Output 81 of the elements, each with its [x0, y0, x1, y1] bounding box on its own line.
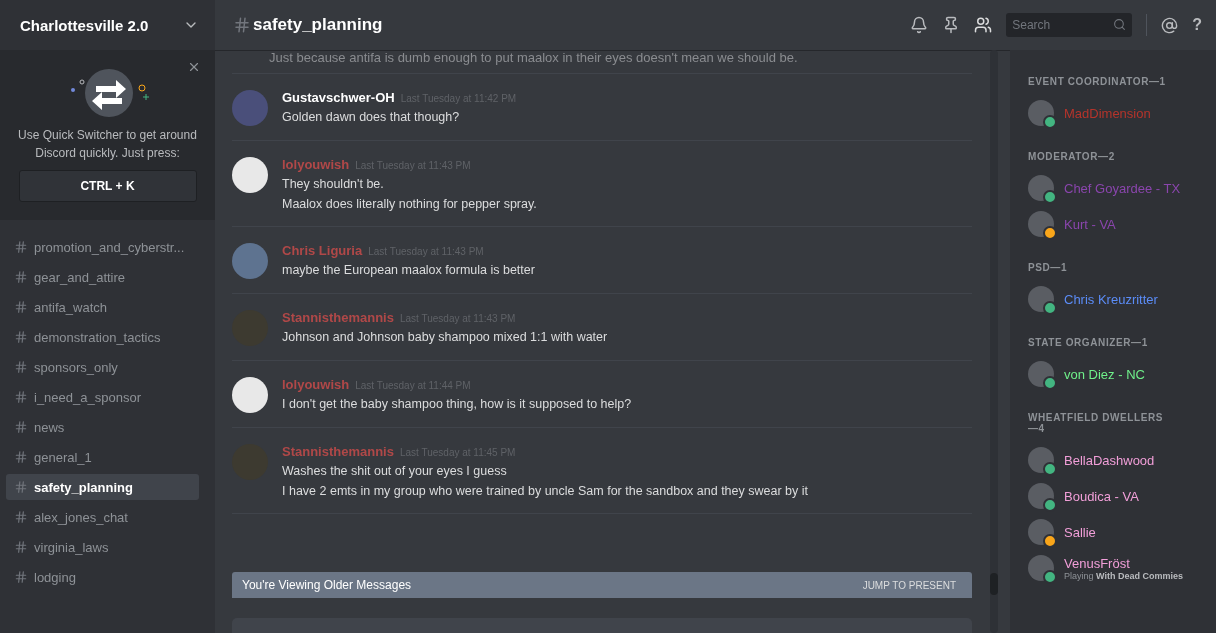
member-avatar[interactable]	[1028, 483, 1054, 509]
member-avatar[interactable]	[1028, 361, 1054, 387]
author-name[interactable]: Gustavschwer-OH	[282, 90, 395, 105]
channel-item[interactable]: lodging	[6, 564, 199, 590]
channel-item[interactable]: news	[6, 414, 199, 440]
channel-item[interactable]: virginia_laws	[6, 534, 199, 560]
user-avatar[interactable]	[232, 377, 268, 413]
member-activity: Playing With Dead Commies	[1064, 570, 1183, 581]
channel-item[interactable]: promotion_and_cyberstr...	[6, 234, 199, 260]
older-messages-text: You're Viewing Older Messages	[242, 578, 412, 592]
message-text: I have 2 emts in my group who were trained by uncle Sam for the sandbox and they swear by it	[282, 483, 808, 499]
member-avatar[interactable]	[1028, 286, 1054, 312]
quick-switcher-text: Use Quick Switcher to get around Discord quickly. Just press:	[18, 127, 197, 162]
author-name[interactable]: Stannisthemannis	[282, 310, 394, 325]
bell-icon[interactable]	[910, 16, 929, 34]
hash-icon	[14, 300, 28, 314]
hash-icon	[14, 390, 28, 404]
member-name[interactable]: Kurt - VA	[1064, 216, 1116, 232]
role-heading: STATE ORGANIZER—1	[1028, 337, 1149, 348]
scrollbar-thumb[interactable]	[990, 573, 998, 595]
search-field[interactable]: Search	[1006, 13, 1133, 37]
hash-icon	[14, 330, 28, 344]
message-text: Washes the shit out of your eyes I guess	[282, 463, 508, 479]
user-avatar[interactable]	[232, 157, 268, 193]
channel-item[interactable]: sponsors_only	[6, 354, 199, 380]
hash-icon	[14, 270, 28, 284]
hash-icon	[14, 420, 28, 434]
member-name[interactable]: von Diez - NC	[1064, 366, 1145, 382]
channel-item[interactable]: safety_planning	[6, 474, 199, 500]
server-name: Charlottesville 2.0	[20, 16, 149, 34]
message-text: Golden dawn does that though?	[282, 109, 461, 125]
hash-icon	[14, 540, 28, 554]
role-heading: EVENT COORDINATOR—1	[1028, 76, 1167, 87]
message-text: They shouldn't be.	[282, 176, 385, 192]
author-name[interactable]: lolyouwish	[282, 377, 350, 392]
channel-title: safety_planning	[253, 15, 383, 35]
hash-icon	[14, 450, 28, 464]
close-button[interactable]	[187, 60, 201, 74]
hash-icon	[14, 360, 28, 374]
author-name[interactable]: Chris Liguria	[282, 243, 363, 258]
member-avatar[interactable]	[1028, 555, 1054, 581]
member-name[interactable]: BellaDashwood	[1064, 452, 1155, 468]
message-text: I don't get the baby shampoo thing, how is it supposed to help?	[282, 396, 632, 412]
hash-icon	[14, 240, 28, 254]
message-text: Maalox does literally nothing for pepper spray.	[282, 196, 537, 212]
author-name[interactable]: lolyouwish	[282, 157, 350, 172]
channel-item[interactable]: general_1	[6, 444, 199, 470]
jump-to-present-button[interactable]: JUMP TO PRESENT	[856, 578, 962, 592]
message-text: Johnson and Johnson baby shampoo mixed 1:1 with water	[282, 329, 608, 345]
channel-item[interactable]: antifa_watch	[6, 294, 199, 320]
member-avatar[interactable]	[1028, 175, 1054, 201]
channel-item[interactable]: alex_jones_chat	[6, 504, 199, 530]
role-heading: PSD—1	[1028, 262, 1069, 273]
author-name[interactable]: Stannisthemannis	[282, 444, 394, 459]
hash-icon	[14, 480, 28, 494]
member-name[interactable]: Sallie	[1064, 524, 1096, 540]
hash-icon	[14, 510, 28, 524]
mention-icon[interactable]	[1161, 16, 1179, 34]
member-avatar[interactable]	[1028, 519, 1054, 545]
member-name[interactable]: Chris Kreuzritter	[1064, 291, 1158, 307]
message-text: Just because antifa is dumb enough to put maalox in their eyes doesn't mean we should be.	[232, 50, 972, 74]
role-heading: WHEATFIELD DWELLERS—4	[1028, 412, 1165, 434]
member-name[interactable]: Chef Goyardee - TX	[1064, 180, 1181, 196]
members-icon[interactable]	[974, 16, 993, 34]
help-button[interactable]: ?	[1192, 16, 1202, 34]
server-header[interactable]: Charlottesville 2.0	[0, 0, 215, 50]
shortcut-button[interactable]: CTRL + K	[18, 170, 197, 202]
search-icon	[1113, 18, 1127, 31]
member-name[interactable]: Boudica - VA	[1064, 488, 1139, 504]
message-text: maybe the European maalox formula is better	[282, 262, 535, 278]
channel-item[interactable]: demonstration_tactics	[6, 324, 199, 350]
role-heading: MODERATOR—2	[1028, 151, 1116, 162]
channel-item[interactable]: i_need_a_sponsor	[6, 384, 199, 410]
channel-item[interactable]: gear_and_attire	[6, 264, 199, 290]
hash-icon	[14, 570, 28, 584]
member-avatar[interactable]	[1028, 211, 1054, 237]
member-avatar[interactable]	[1028, 447, 1054, 473]
hash-icon	[233, 16, 251, 34]
member-name[interactable]: VenusFröst	[1064, 555, 1183, 571]
member-avatar[interactable]	[1028, 100, 1054, 126]
member-name[interactable]: MadDimension	[1064, 105, 1151, 121]
